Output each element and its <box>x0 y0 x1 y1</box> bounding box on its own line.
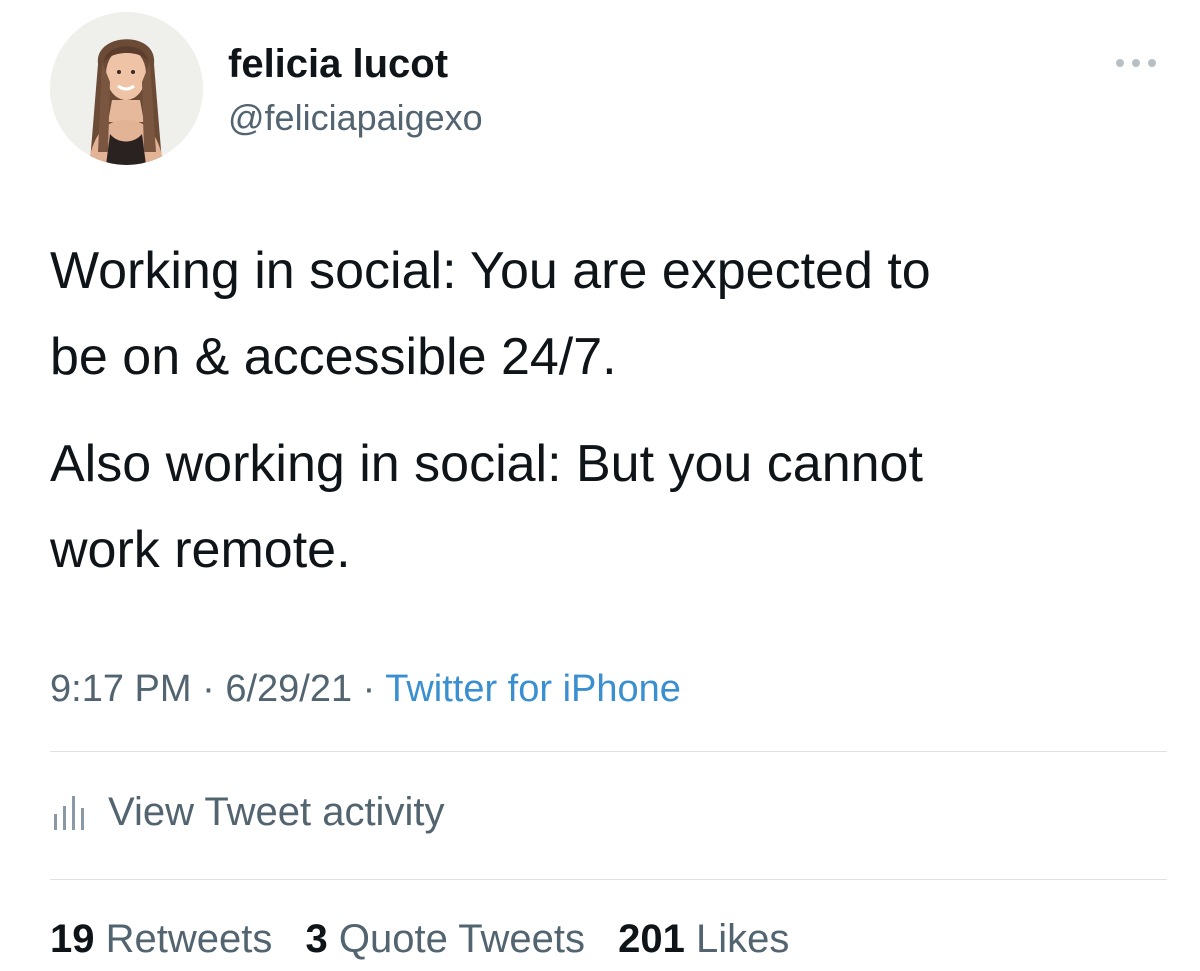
tweet-paragraph: Also working in social: But you cannot w… <box>50 421 1160 593</box>
view-tweet-activity-button[interactable]: View Tweet activity <box>50 786 444 838</box>
tweet-paragraph: Working in social: You are expected to b… <box>50 228 1160 400</box>
more-options-button[interactable] <box>1110 48 1166 78</box>
retweets-count: 19 <box>50 917 95 961</box>
more-horizontal-icon <box>1116 59 1156 67</box>
avatar[interactable] <box>50 12 203 165</box>
display-name[interactable]: felicia lucot <box>228 40 448 88</box>
profile-photo <box>50 12 203 165</box>
tweet-date[interactable]: 6/29/21 <box>225 668 352 710</box>
meta-separator: · <box>362 668 376 710</box>
tweet-text-line: work remote. <box>50 521 351 579</box>
quote-tweets-count: 3 <box>305 917 328 961</box>
likes-label: Likes <box>695 917 790 961</box>
tweet-text-line: be on & accessible 24/7. <box>50 328 617 386</box>
tweet-time[interactable]: 9:17 PM <box>50 668 192 710</box>
quote-tweets-label: Quote Tweets <box>338 917 585 961</box>
tweet-source-link[interactable]: Twitter for iPhone <box>385 668 681 710</box>
meta-separator: · <box>202 668 215 710</box>
tweet-metadata: 9:17 PM · 6/29/21 · Twitter for iPhone <box>50 666 681 712</box>
tweet-stats: 19 Retweets 3 Quote Tweets 201 Likes <box>50 914 811 964</box>
view-tweet-activity-label: View Tweet activity <box>108 790 445 834</box>
retweets-stat[interactable]: 19 Retweets <box>50 917 272 961</box>
tweet-text-line: Working in social: You are expected to <box>50 242 931 300</box>
user-handle[interactable]: @feliciapaigexo <box>228 96 483 140</box>
likes-count: 201 <box>618 917 685 961</box>
divider <box>50 879 1167 880</box>
retweets-label: Retweets <box>105 917 273 961</box>
quote-tweets-stat[interactable]: 3 Quote Tweets <box>306 917 585 961</box>
tweet-text-line: Also working in social: But you cannot <box>50 435 923 493</box>
bar-chart-icon <box>54 796 84 830</box>
likes-stat[interactable]: 201 Likes <box>618 917 789 961</box>
divider <box>50 751 1167 752</box>
